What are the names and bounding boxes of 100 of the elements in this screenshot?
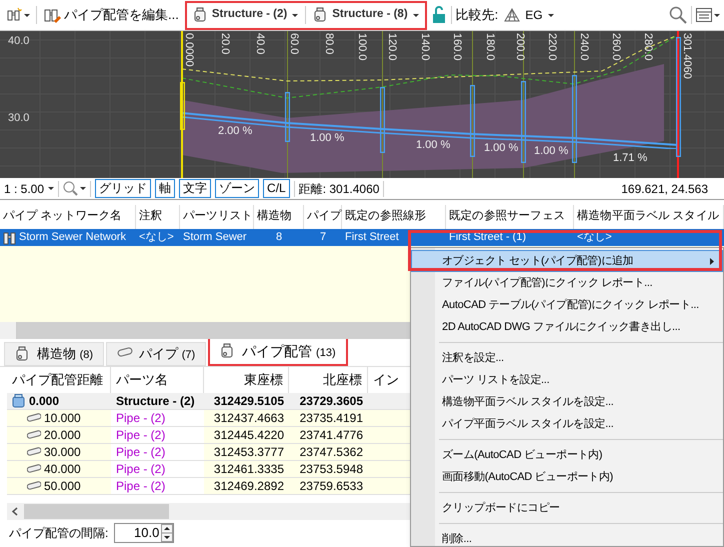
view-toggle[interactable]: ゾーン xyxy=(215,179,260,198)
coordinate-readout: 169.621, 24.563 xyxy=(621,180,708,198)
table-cell-text: Pipe - (2) xyxy=(116,427,166,444)
caret-icon xyxy=(412,14,419,16)
zoom-button[interactable] xyxy=(63,181,86,196)
view-toggle[interactable]: 軸 xyxy=(155,179,176,198)
table-cell-text: 312429.5105 xyxy=(214,393,284,410)
zoom-icon xyxy=(63,181,78,196)
table-cell-text: Storm Sewer Network xyxy=(19,230,126,246)
table-cell-text: 8 xyxy=(276,230,282,246)
station-label: 240.0 xyxy=(578,33,590,61)
view-toggle[interactable]: 文字 xyxy=(179,179,212,198)
caret-icon[interactable] xyxy=(24,14,30,16)
menu-item[interactable]: ズーム(AutoCAD ビューポート内) xyxy=(411,444,723,466)
structure-icon xyxy=(313,7,328,23)
station-label: 301.4060 xyxy=(681,33,693,79)
column-header[interactable]: パーツリスト xyxy=(183,208,253,226)
column-header[interactable]: パイプ xyxy=(307,208,342,226)
spacing-label: パイプ配管の間隔: xyxy=(9,525,108,542)
column-header[interactable]: 構造物 xyxy=(257,208,292,226)
view-toggle[interactable]: グリッド xyxy=(95,179,152,198)
structure-marker xyxy=(285,92,290,142)
station-label: 160.0 xyxy=(451,33,463,61)
caret-icon xyxy=(292,14,298,16)
search-icon[interactable] xyxy=(669,6,687,24)
view-toggle[interactable]: C/L xyxy=(263,179,290,198)
station-label: 0.0000 xyxy=(183,33,195,67)
table-cell-text: 312445.4220 xyxy=(214,427,284,444)
table-cell-text: 30.000 xyxy=(44,444,81,461)
station-label: 180.0 xyxy=(484,33,496,61)
scale-dropdown[interactable]: 1 : 5.00 xyxy=(4,180,54,198)
station-label: 220.0 xyxy=(546,33,558,61)
station-label: 40.0 xyxy=(254,33,266,54)
menu-item[interactable]: ファイル(パイプ配管)にクイック レポート... xyxy=(411,272,723,294)
spacing-field[interactable]: 10.0 xyxy=(114,523,174,543)
station-label: 100.0 xyxy=(356,33,368,61)
structure-dropdown[interactable]: Structure - (8) xyxy=(310,6,422,24)
edit-pipe-run-button[interactable]: パイプ配管を編集... xyxy=(41,5,181,25)
menu-item[interactable]: 注釈を設定... xyxy=(411,347,723,369)
menu-item[interactable]: 2D AutoCAD DWG ファイルにクイック書き出し... xyxy=(411,316,723,338)
structure-icon xyxy=(12,394,26,408)
menu-item[interactable]: クリップボードにコピー xyxy=(411,497,723,519)
station-label: 140.0 xyxy=(419,33,431,61)
table-cell-text: 7 xyxy=(320,230,326,246)
list-icon xyxy=(696,8,712,22)
tab[interactable]: パイプ配管 (13) xyxy=(208,336,348,366)
caret-icon xyxy=(80,187,86,190)
spinner-icon[interactable] xyxy=(161,524,174,542)
horizontal-scrollbar[interactable] xyxy=(7,503,410,520)
table-cell-text: 23747.5362 xyxy=(300,444,363,461)
table-cell-text: 10.000 xyxy=(44,410,81,427)
tab[interactable]: パイプ (7) xyxy=(106,342,206,366)
pipe-edit-icon xyxy=(43,7,61,23)
structure-marker xyxy=(380,87,385,153)
column-header[interactable]: 既定の参照サーフェス xyxy=(449,208,566,226)
caret-icon xyxy=(548,14,554,16)
table-cell-text: 0.000 xyxy=(29,393,60,410)
unlock-icon[interactable] xyxy=(430,6,447,24)
slope-label: 1.00 % xyxy=(534,144,568,159)
menu-item[interactable]: 画面移動(AutoCAD ビューポート内) xyxy=(411,466,723,488)
column-header[interactable]: 構造物平面ラベル スタイル xyxy=(577,208,719,226)
table-cell-text: Pipe - (2) xyxy=(116,410,166,427)
network-icon xyxy=(3,230,17,244)
structure-dropdown[interactable]: Structure - (2) xyxy=(190,6,302,24)
compare-label: 比較先: xyxy=(456,6,498,24)
caret-icon xyxy=(714,14,720,16)
elevation-label: 40.0 xyxy=(8,34,30,49)
station-label: 260.0 xyxy=(610,33,622,61)
table-cell-text: <なし> xyxy=(139,230,174,246)
horizontal-scrollbar[interactable] xyxy=(0,322,410,339)
structure-marker xyxy=(180,82,185,130)
table-cell-text: First Street xyxy=(345,230,399,246)
table-cell-text: 23729.3605 xyxy=(300,393,363,410)
table-cell-text: Pipe - (2) xyxy=(116,444,166,461)
distance-readout: 距離: 301.4060 xyxy=(298,180,380,198)
table-cell-text: Pipe - (2) xyxy=(116,461,166,478)
table-cell-text: 40.000 xyxy=(44,461,81,478)
column-header[interactable]: 注釈 xyxy=(139,208,162,226)
network-icon xyxy=(6,7,22,23)
layout-menu-button[interactable] xyxy=(696,8,720,22)
table-cell-text: Storm Sewer xyxy=(183,230,247,246)
menu-item[interactable]: パイプ平面ラベル スタイルを設定... xyxy=(411,413,723,435)
table-cell-text: Pipe - (2) xyxy=(116,478,166,495)
table-cell-text: 23753.5948 xyxy=(300,461,363,478)
station-label: 120.0 xyxy=(386,33,398,61)
surface-dropdown[interactable]: EG xyxy=(502,6,556,24)
station-label: 20.0 xyxy=(219,33,231,54)
station-label: 80.0 xyxy=(323,33,335,54)
structure-icon xyxy=(192,7,207,23)
station-label: 280.0 xyxy=(642,33,654,61)
menu-item[interactable]: 削除... xyxy=(411,528,723,547)
table-cell-text: 312453.3777 xyxy=(214,444,284,461)
menu-item[interactable]: AutoCAD テーブル(パイプ配管)にクイック レポート... xyxy=(411,294,723,316)
table-cell-text: 312469.2892 xyxy=(214,478,284,495)
slope-label: 1.00 % xyxy=(310,131,344,146)
menu-item[interactable]: 構造物平面ラベル スタイルを設定... xyxy=(411,391,723,413)
column-header[interactable]: 既定の参照線形 xyxy=(345,208,426,226)
tab[interactable]: 構造物 (8) xyxy=(4,342,104,366)
column-header[interactable]: パイプ ネットワーク名 xyxy=(3,208,122,226)
station-label: 60.0 xyxy=(288,33,300,54)
